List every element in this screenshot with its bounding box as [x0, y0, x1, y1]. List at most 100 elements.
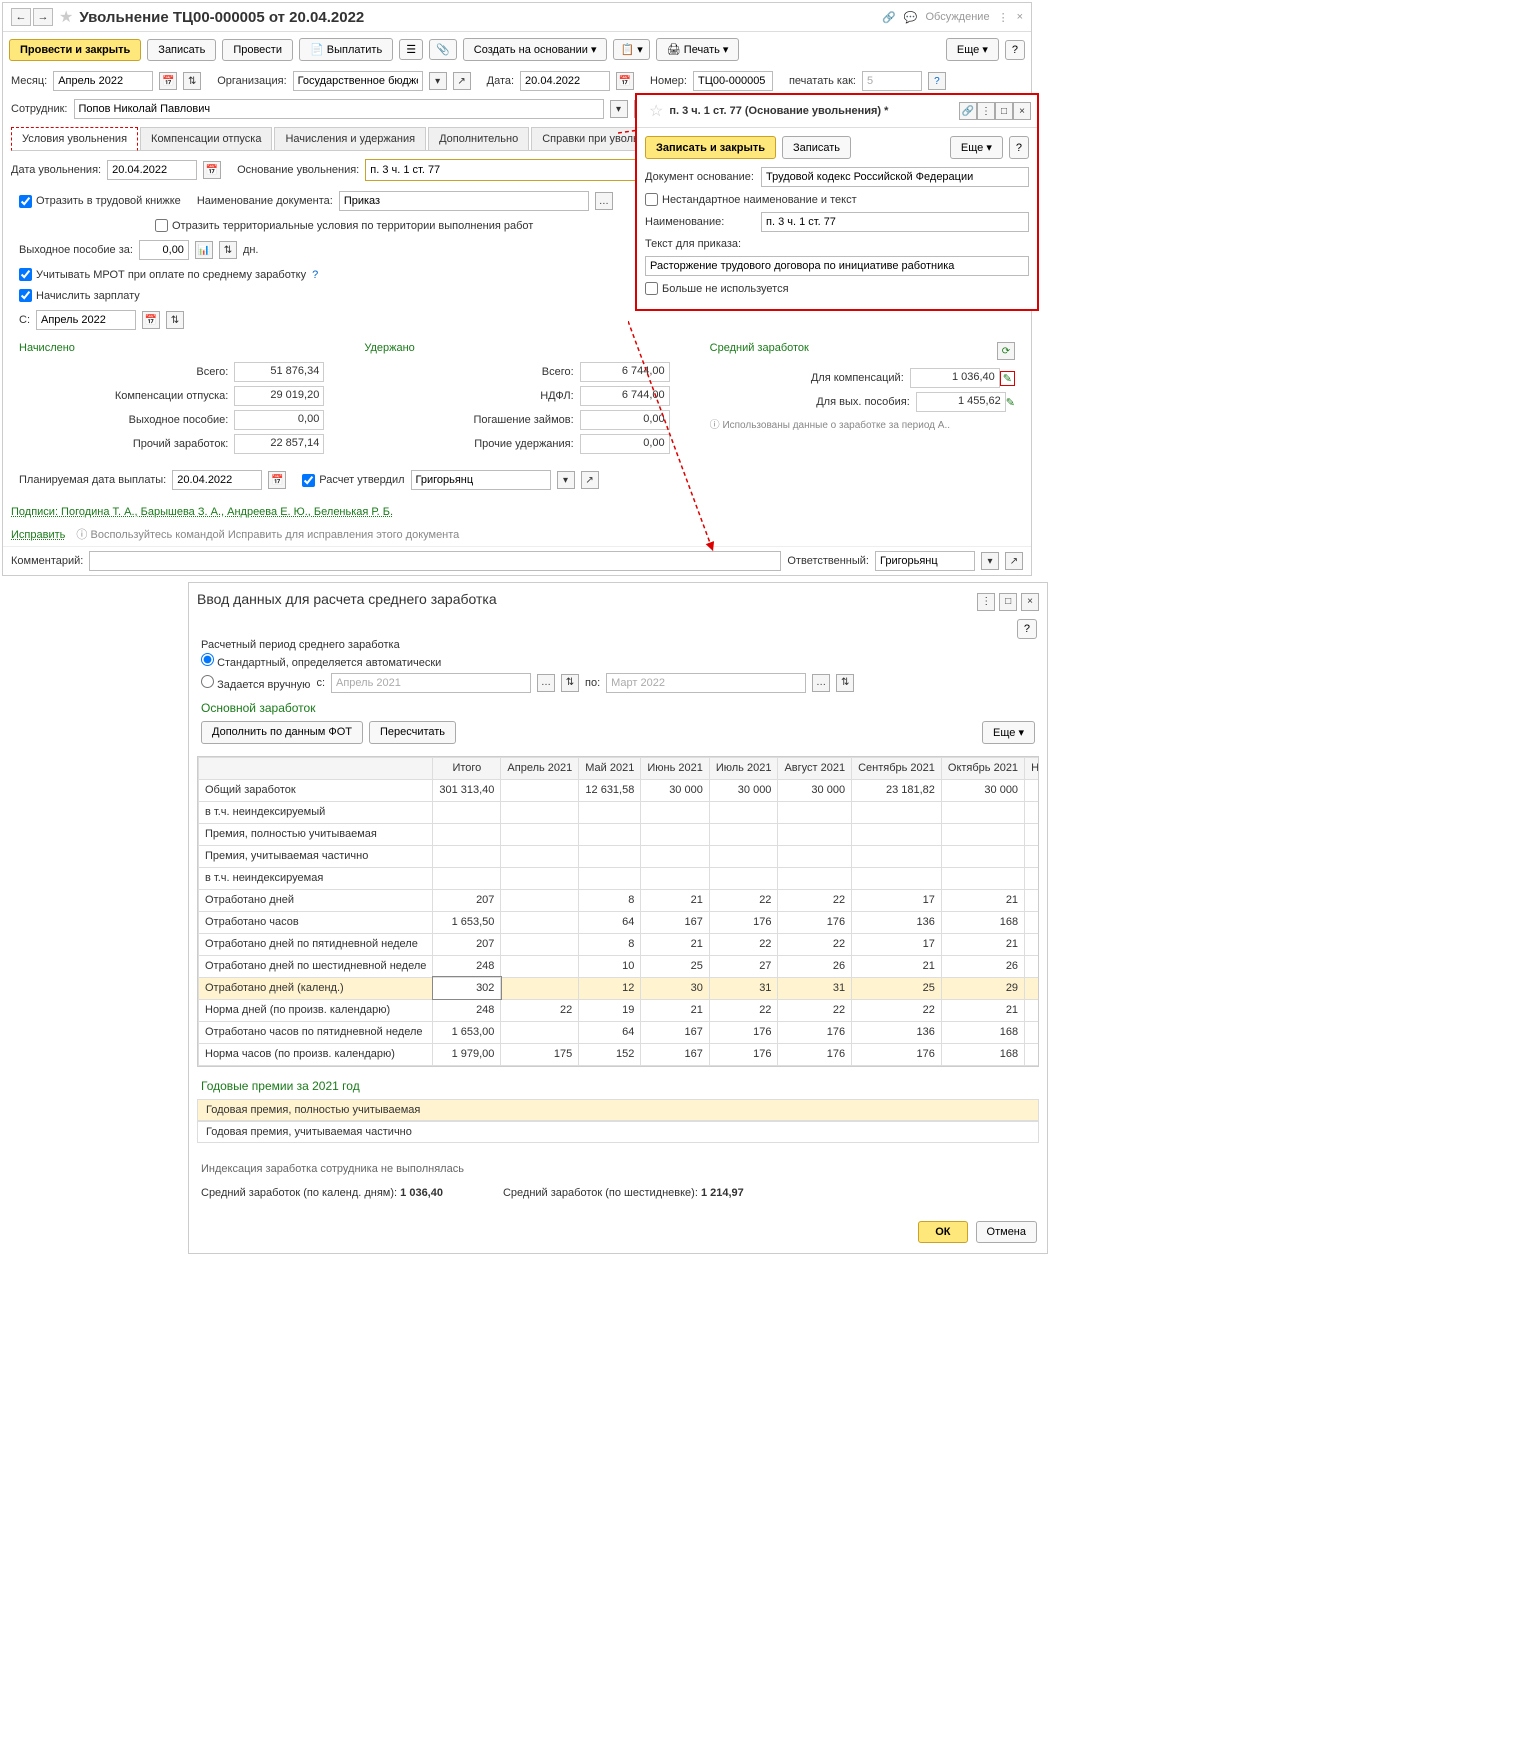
month-input[interactable] [53, 71, 153, 91]
table-cell[interactable]: 248 [433, 955, 501, 977]
table-cell[interactable] [941, 801, 1024, 823]
mrot-checkbox[interactable]: Учитывать МРОТ при оплате по среднему за… [19, 268, 306, 281]
dropdown-icon[interactable]: ▾ [429, 72, 447, 90]
post-button[interactable]: Провести [222, 39, 293, 61]
table-cell[interactable] [852, 823, 942, 845]
popup-help[interactable]: ? [1009, 136, 1029, 159]
table-cell[interactable]: 22 [709, 889, 778, 911]
table-cell[interactable] [641, 867, 710, 889]
discuss-label[interactable]: Обсуждение [925, 11, 989, 23]
table-cell[interactable] [941, 845, 1024, 867]
table-cell[interactable] [501, 845, 579, 867]
table-cell[interactable]: 31 [778, 977, 852, 999]
table-cell[interactable]: 176 [778, 911, 852, 933]
table-cell[interactable]: 26 [778, 955, 852, 977]
dropdown-icon[interactable]: ▾ [557, 471, 575, 489]
table-cell[interactable] [1025, 779, 1039, 801]
table-cell[interactable] [941, 867, 1024, 889]
tab-3[interactable]: Дополнительно [428, 127, 529, 150]
table-cell[interactable] [1025, 867, 1039, 889]
open-icon[interactable]: ↗ [453, 72, 471, 90]
table-cell[interactable] [852, 801, 942, 823]
tab-2[interactable]: Начисления и удержания [274, 127, 426, 150]
table-cell[interactable] [433, 801, 501, 823]
table-cell[interactable] [501, 801, 579, 823]
table-cell[interactable]: 176 [709, 1043, 778, 1065]
save-button[interactable]: Записать [147, 39, 216, 61]
table-cell[interactable] [501, 889, 579, 911]
print-button[interactable]: 🖨 Печать ▾ [656, 38, 740, 61]
bonus-row-2[interactable]: Годовая премия, учитываемая частично [197, 1121, 1039, 1143]
p2-more[interactable]: Еще ▾ [982, 721, 1035, 744]
ok-button[interactable]: ОК [918, 1221, 967, 1243]
table-cell[interactable]: 8 [579, 933, 641, 955]
close-icon[interactable]: × [1017, 11, 1023, 23]
close-icon[interactable]: × [1013, 102, 1031, 120]
popup-doc[interactable] [761, 167, 1029, 187]
help-button[interactable]: ? [1017, 619, 1037, 639]
date-input[interactable] [520, 71, 610, 91]
appr-checkbox[interactable]: Расчет утвердил [302, 474, 404, 487]
table-cell[interactable]: 12 [579, 977, 641, 999]
refresh-icon[interactable]: ⟳ [997, 342, 1015, 360]
fill-button[interactable]: Дополнить по данным ФОТ [201, 721, 363, 744]
table-cell[interactable] [852, 845, 942, 867]
table-cell[interactable]: 176 [778, 1021, 852, 1043]
more-icon[interactable]: … [595, 192, 613, 210]
close-icon[interactable]: × [1021, 593, 1039, 611]
tab-1[interactable]: Компенсации отпуска [140, 127, 272, 150]
table-cell[interactable]: 17 [852, 889, 942, 911]
manual-radio[interactable]: Задается вручную [201, 675, 310, 691]
table-cell[interactable]: 248 [433, 999, 501, 1021]
table-cell[interactable]: 30 000 [778, 779, 852, 801]
table-cell[interactable]: 17 [852, 933, 942, 955]
table-cell[interactable] [501, 779, 579, 801]
table-cell[interactable] [709, 845, 778, 867]
popup-save[interactable]: Записать [782, 136, 851, 159]
plan-date-input[interactable] [172, 470, 262, 490]
calc-icon[interactable]: 📊 [195, 241, 213, 259]
table-cell[interactable] [1025, 999, 1039, 1021]
table-cell[interactable]: 22 [709, 999, 778, 1021]
calendar-icon[interactable]: 📅 [203, 161, 221, 179]
list-icon[interactable]: ☰ [399, 39, 423, 60]
table-cell[interactable] [433, 845, 501, 867]
table-cell[interactable]: 64 [579, 1021, 641, 1043]
appr-input[interactable] [411, 470, 551, 490]
table-cell[interactable]: 21 [941, 933, 1024, 955]
reflect-checkbox[interactable]: Отразить в трудовой книжке [19, 195, 181, 208]
table-cell[interactable]: 22 [778, 933, 852, 955]
popup-unused-check[interactable]: Больше не используется [645, 282, 789, 295]
table-cell[interactable]: 21 [641, 999, 710, 1021]
dropdown-icon[interactable]: ▾ [610, 100, 628, 118]
open-icon[interactable]: ↗ [581, 471, 599, 489]
table-cell[interactable] [433, 823, 501, 845]
table-cell[interactable]: 21 [641, 889, 710, 911]
table-cell[interactable] [709, 823, 778, 845]
table-cell[interactable] [501, 955, 579, 977]
table-cell[interactable]: 25 [641, 955, 710, 977]
table-cell[interactable] [501, 867, 579, 889]
table-cell[interactable] [709, 801, 778, 823]
table-cell[interactable]: 12 631,58 [579, 779, 641, 801]
menu-icon[interactable]: ⋮ [977, 102, 995, 120]
table-cell[interactable] [1025, 1021, 1039, 1043]
table-cell[interactable]: 23 181,82 [852, 779, 942, 801]
table-cell[interactable] [501, 823, 579, 845]
table-cell[interactable]: 25 [852, 977, 942, 999]
bonus-row-1[interactable]: Годовая премия, полностью учитываемая [197, 1099, 1039, 1121]
calendar-icon[interactable]: 📅 [616, 72, 634, 90]
table-cell[interactable]: 207 [433, 889, 501, 911]
table-cell[interactable]: 30 000 [941, 779, 1024, 801]
spinner-icon[interactable]: ⇅ [166, 311, 184, 329]
table-cell[interactable] [641, 823, 710, 845]
table-cell[interactable] [579, 845, 641, 867]
print-as-input[interactable] [862, 71, 922, 91]
table-cell[interactable]: 136 [852, 1021, 942, 1043]
popup-custom-check[interactable]: Нестандартное наименование и текст [645, 193, 857, 206]
table-cell[interactable] [1025, 911, 1039, 933]
table-cell[interactable] [501, 1021, 579, 1043]
menu-icon[interactable]: ⋮ [977, 593, 995, 611]
table-cell[interactable] [1025, 977, 1039, 999]
table-cell[interactable] [1025, 889, 1039, 911]
